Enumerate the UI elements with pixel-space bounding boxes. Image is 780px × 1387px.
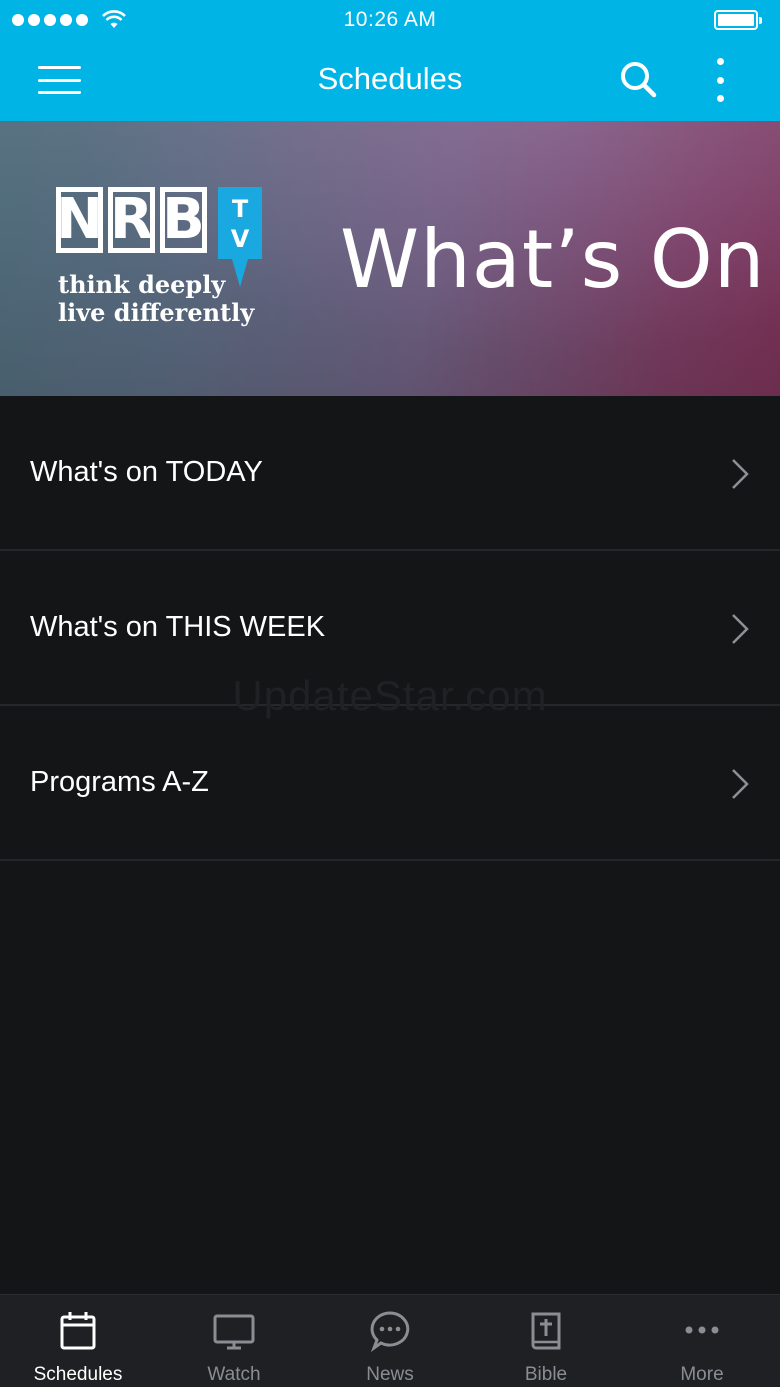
logo-letter-r: R <box>108 187 155 253</box>
svg-text:T: T <box>232 195 249 223</box>
logo-tagline: think deeply live differently <box>58 271 254 327</box>
tab-label: News <box>366 1364 414 1385</box>
tab-label: More <box>680 1364 724 1385</box>
chat-bubble-icon <box>370 1311 410 1352</box>
list-item-label: What's on TODAY <box>30 456 263 488</box>
tab-more[interactable]: More <box>624 1295 780 1387</box>
list-item-label: What's on THIS WEEK <box>30 611 326 643</box>
bible-icon <box>531 1312 561 1350</box>
tagline-line-2: live differently <box>58 298 255 327</box>
logo-letter-n: N <box>56 187 103 253</box>
page-title: Schedules <box>317 61 463 96</box>
overflow-menu-icon[interactable] <box>710 58 730 102</box>
tab-label: Bible <box>524 1364 568 1385</box>
bottom-tab-bar: Schedules Watch News Bible More <box>0 1294 780 1387</box>
status-bar: 10:26 AM <box>0 0 780 40</box>
tab-schedules[interactable]: Schedules <box>0 1295 156 1387</box>
tab-label: Schedules <box>33 1364 123 1385</box>
tab-label: Watch <box>207 1364 261 1385</box>
tab-news[interactable]: News <box>312 1295 468 1387</box>
hero-banner: N R B T V think deeply live differently … <box>0 121 780 396</box>
calendar-icon <box>60 1312 96 1350</box>
chevron-right-icon <box>732 614 749 644</box>
search-icon[interactable] <box>618 59 658 99</box>
chevron-right-icon <box>732 459 749 489</box>
tab-watch[interactable]: Watch <box>156 1295 312 1387</box>
banner-title: What’s On <box>340 213 766 306</box>
nav-bar: Schedules <box>0 40 780 121</box>
svg-text:V: V <box>231 225 250 253</box>
battery-icon <box>714 10 762 30</box>
nrb-tv-logo: N R B T V think deeply live differently <box>56 187 266 337</box>
list-item-programs-a-z[interactable]: Programs A-Z <box>0 706 780 861</box>
list-item-label: Programs A-Z <box>30 766 209 798</box>
logo-letter-b: B <box>160 187 207 253</box>
watermark: UpdateStar.com <box>232 672 548 719</box>
status-time: 10:26 AM <box>343 8 437 31</box>
list-item-today[interactable]: What's on TODAY <box>0 396 780 551</box>
ellipsis-icon <box>685 1326 719 1334</box>
schedule-menu-list: What's on TODAY What's on THIS WEEK Prog… <box>0 396 780 861</box>
tv-icon <box>213 1314 255 1350</box>
tagline-line-1: think deeply <box>58 270 226 299</box>
chevron-right-icon <box>732 769 749 799</box>
tab-bible[interactable]: Bible <box>468 1295 624 1387</box>
